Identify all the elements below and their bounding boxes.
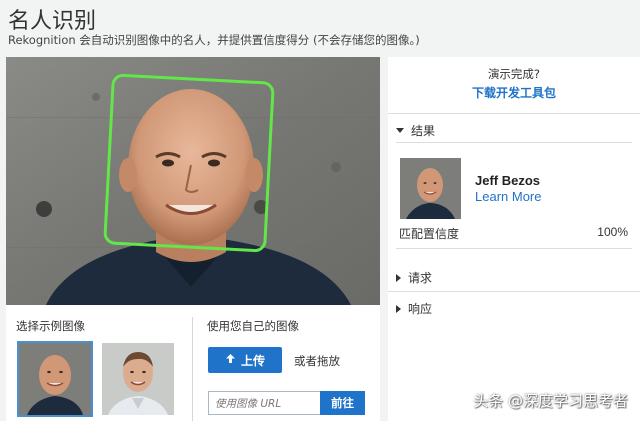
expanded-caret-icon bbox=[396, 128, 404, 133]
collapsed-caret-icon bbox=[396, 304, 401, 313]
request-section-label: 请求 bbox=[408, 271, 433, 285]
results-panel: 演示完成? 下载开发工具包 结果 Jeff Bezos Learn More 匹… bbox=[388, 57, 640, 421]
drag-drop-text: 或者拖放 bbox=[294, 354, 340, 368]
results-section-toggle[interactable]: 结果 bbox=[396, 122, 435, 139]
download-sdk-link[interactable]: 下载开发工具包 bbox=[388, 84, 640, 101]
page-title: 名人识别 bbox=[8, 9, 97, 34]
response-section-label: 响应 bbox=[408, 302, 433, 316]
watermark: 头条 @深度学习思考者 bbox=[473, 392, 628, 410]
sample-thumbnail-1[interactable] bbox=[17, 341, 93, 417]
divider bbox=[388, 113, 640, 114]
divider bbox=[396, 142, 632, 143]
celebrity-name: Jeff Bezos bbox=[475, 173, 541, 188]
sample-images-label: 选择示例图像 bbox=[16, 319, 85, 333]
own-image-label: 使用您自己的图像 bbox=[207, 319, 299, 333]
divider bbox=[396, 248, 632, 249]
collapsed-caret-icon bbox=[396, 273, 401, 282]
response-section-toggle[interactable]: 响应 bbox=[396, 300, 432, 317]
results-section-label: 结果 bbox=[411, 124, 436, 138]
learn-more-link[interactable]: Learn More bbox=[475, 189, 541, 204]
sample-thumbnail-2[interactable] bbox=[100, 341, 176, 417]
panel-divider bbox=[192, 317, 193, 421]
confidence-label: 匹配置信度 bbox=[399, 227, 460, 241]
go-button[interactable]: 前往 bbox=[320, 391, 365, 415]
upload-icon bbox=[225, 353, 236, 367]
celebrity-thumbnail bbox=[400, 158, 461, 219]
upload-button[interactable]: 上传 bbox=[208, 347, 282, 373]
page-description: Rekognition 会自动识别图像中的名人，并提供置信度得分 (不会存储您的… bbox=[8, 33, 420, 47]
demo-complete-text: 演示完成? bbox=[487, 67, 541, 81]
divider bbox=[388, 291, 640, 292]
upload-button-label: 上传 bbox=[240, 353, 265, 368]
request-section-toggle[interactable]: 请求 bbox=[396, 269, 432, 286]
image-url-input[interactable]: 使用图像 URL bbox=[208, 391, 320, 415]
confidence-value: 100% bbox=[597, 225, 628, 239]
image-selection-panel: 选择示例图像 使用您自己的图像 上传 或者拖放 使用图像 URL 前往 bbox=[6, 305, 380, 421]
main-image bbox=[6, 57, 380, 305]
